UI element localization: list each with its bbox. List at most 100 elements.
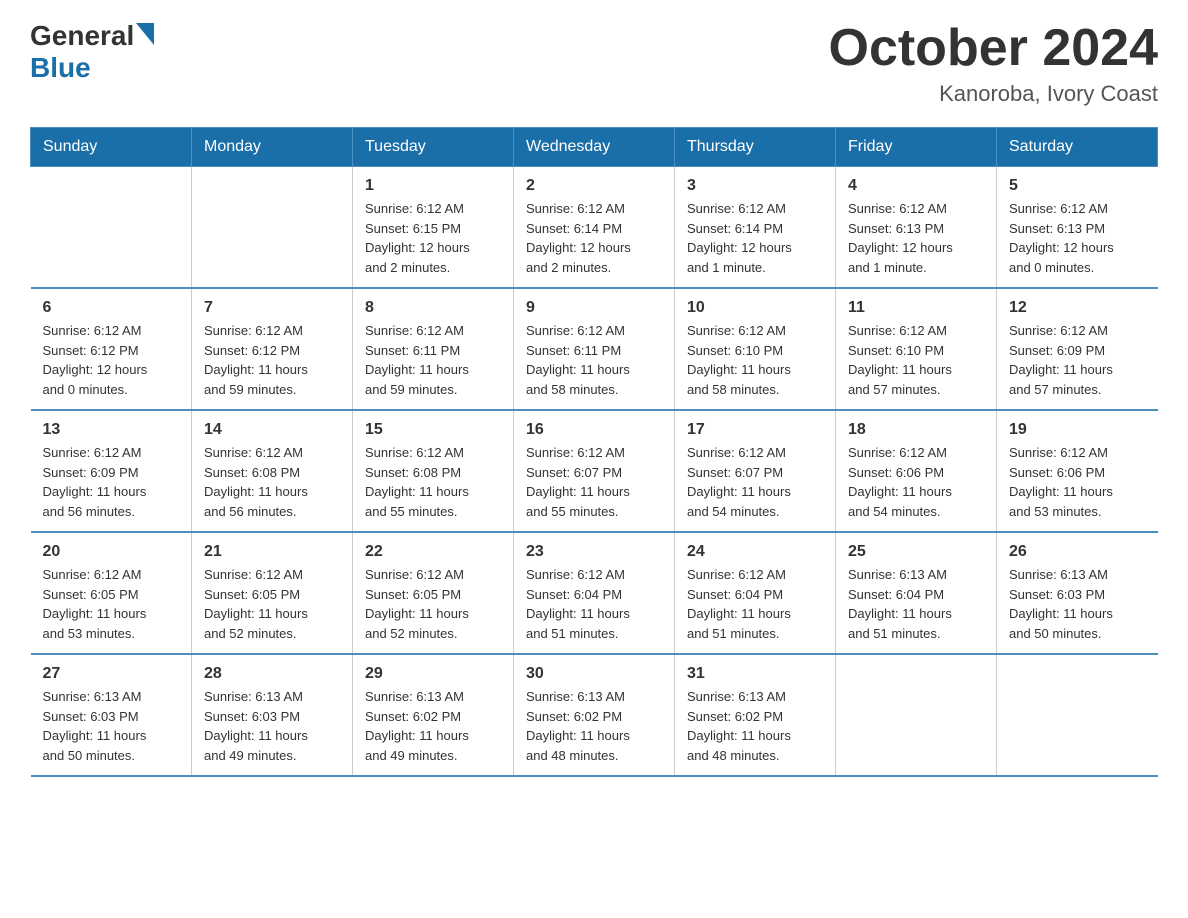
day-number: 3 <box>687 177 823 195</box>
calendar-cell <box>192 167 353 289</box>
calendar-cell: 22 Sunrise: 6:12 AM Sunset: 6:05 PM Dayli… <box>353 532 514 654</box>
day-number: 25 <box>848 543 984 561</box>
day-number: 14 <box>204 421 340 439</box>
calendar-week-row: 27 Sunrise: 6:13 AM Sunset: 6:03 PM Dayli… <box>31 654 1158 776</box>
day-info: Sunrise: 6:13 AM Sunset: 6:03 PM Dayligh… <box>204 687 340 765</box>
day-number: 30 <box>526 665 662 683</box>
calendar-body: 1 Sunrise: 6:12 AM Sunset: 6:15 PM Daylig… <box>31 167 1158 777</box>
day-info: Sunrise: 6:12 AM Sunset: 6:08 PM Dayligh… <box>204 443 340 521</box>
calendar-cell: 1 Sunrise: 6:12 AM Sunset: 6:15 PM Daylig… <box>353 167 514 289</box>
day-number: 5 <box>1009 177 1146 195</box>
header-row: Sunday Monday Tuesday Wednesday Thursday… <box>31 128 1158 167</box>
day-number: 18 <box>848 421 984 439</box>
day-info: Sunrise: 6:12 AM Sunset: 6:10 PM Dayligh… <box>848 321 984 399</box>
day-number: 15 <box>365 421 501 439</box>
header-monday: Monday <box>192 128 353 167</box>
calendar-subtitle: Kanoroba, Ivory Coast <box>829 81 1159 107</box>
day-number: 26 <box>1009 543 1146 561</box>
day-number: 4 <box>848 177 984 195</box>
day-info: Sunrise: 6:13 AM Sunset: 6:02 PM Dayligh… <box>365 687 501 765</box>
day-info: Sunrise: 6:12 AM Sunset: 6:14 PM Dayligh… <box>687 199 823 277</box>
day-info: Sunrise: 6:12 AM Sunset: 6:13 PM Dayligh… <box>848 199 984 277</box>
calendar-cell: 4 Sunrise: 6:12 AM Sunset: 6:13 PM Daylig… <box>836 167 997 289</box>
calendar-cell: 20 Sunrise: 6:12 AM Sunset: 6:05 PM Dayli… <box>31 532 192 654</box>
title-section: October 2024 Kanoroba, Ivory Coast <box>829 20 1159 107</box>
day-number: 8 <box>365 299 501 317</box>
day-info: Sunrise: 6:12 AM Sunset: 6:05 PM Dayligh… <box>43 565 180 643</box>
calendar-cell: 19 Sunrise: 6:12 AM Sunset: 6:06 PM Dayli… <box>997 410 1158 532</box>
day-info: Sunrise: 6:12 AM Sunset: 6:15 PM Dayligh… <box>365 199 501 277</box>
calendar-title: October 2024 <box>829 20 1159 77</box>
day-number: 6 <box>43 299 180 317</box>
calendar-cell: 24Sunrise: 6:12 AM Sunset: 6:04 PM Dayli… <box>675 532 836 654</box>
header-friday: Friday <box>836 128 997 167</box>
calendar-cell: 31 Sunrise: 6:13 AM Sunset: 6:02 PM Dayli… <box>675 654 836 776</box>
day-number: 19 <box>1009 421 1146 439</box>
day-number: 16 <box>526 421 662 439</box>
day-info: Sunrise: 6:12 AM Sunset: 6:04 PM Dayligh… <box>526 565 662 643</box>
day-info: Sunrise: 6:12 AM Sunset: 6:08 PM Dayligh… <box>365 443 501 521</box>
day-info: Sunrise: 6:12 AM Sunset: 6:14 PM Dayligh… <box>526 199 662 277</box>
day-info: Sunrise: 6:12 AM Sunset: 6:05 PM Dayligh… <box>365 565 501 643</box>
day-number: 22 <box>365 543 501 561</box>
calendar-table: Sunday Monday Tuesday Wednesday Thursday… <box>30 127 1158 777</box>
day-number: 9 <box>526 299 662 317</box>
day-info: Sunrise: 6:12 AM Sunset: 6:12 PM Dayligh… <box>204 321 340 399</box>
calendar-week-row: 13Sunrise: 6:12 AM Sunset: 6:09 PM Dayli… <box>31 410 1158 532</box>
calendar-cell: 13Sunrise: 6:12 AM Sunset: 6:09 PM Dayli… <box>31 410 192 532</box>
calendar-cell: 28 Sunrise: 6:13 AM Sunset: 6:03 PM Dayli… <box>192 654 353 776</box>
day-number: 17 <box>687 421 823 439</box>
calendar-cell: 25 Sunrise: 6:13 AM Sunset: 6:04 PM Dayli… <box>836 532 997 654</box>
day-info: Sunrise: 6:12 AM Sunset: 6:13 PM Dayligh… <box>1009 199 1146 277</box>
header-tuesday: Tuesday <box>353 128 514 167</box>
day-number: 29 <box>365 665 501 683</box>
day-number: 28 <box>204 665 340 683</box>
header-thursday: Thursday <box>675 128 836 167</box>
logo-general-text: General <box>30 20 134 52</box>
day-number: 27 <box>43 665 180 683</box>
day-info: Sunrise: 6:13 AM Sunset: 6:02 PM Dayligh… <box>526 687 662 765</box>
day-number: 31 <box>687 665 823 683</box>
day-info: Sunrise: 6:12 AM Sunset: 6:09 PM Dayligh… <box>1009 321 1146 399</box>
day-number: 21 <box>204 543 340 561</box>
day-info: Sunrise: 6:12 AM Sunset: 6:11 PM Dayligh… <box>526 321 662 399</box>
day-info: Sunrise: 6:12 AM Sunset: 6:04 PM Dayligh… <box>687 565 823 643</box>
calendar-week-row: 20 Sunrise: 6:12 AM Sunset: 6:05 PM Dayli… <box>31 532 1158 654</box>
calendar-cell: 29 Sunrise: 6:13 AM Sunset: 6:02 PM Dayli… <box>353 654 514 776</box>
calendar-cell: 23 Sunrise: 6:12 AM Sunset: 6:04 PM Dayli… <box>514 532 675 654</box>
day-number: 2 <box>526 177 662 195</box>
calendar-cell: 17Sunrise: 6:12 AM Sunset: 6:07 PM Dayli… <box>675 410 836 532</box>
calendar-cell: 9 Sunrise: 6:12 AM Sunset: 6:11 PM Daylig… <box>514 288 675 410</box>
calendar-week-row: 6 Sunrise: 6:12 AM Sunset: 6:12 PM Daylig… <box>31 288 1158 410</box>
day-info: Sunrise: 6:13 AM Sunset: 6:04 PM Dayligh… <box>848 565 984 643</box>
calendar-header: Sunday Monday Tuesday Wednesday Thursday… <box>31 128 1158 167</box>
page-header: General Blue October 2024 Kanoroba, Ivor… <box>30 20 1158 107</box>
day-info: Sunrise: 6:12 AM Sunset: 6:06 PM Dayligh… <box>1009 443 1146 521</box>
day-info: Sunrise: 6:13 AM Sunset: 6:03 PM Dayligh… <box>43 687 180 765</box>
calendar-cell: 26Sunrise: 6:13 AM Sunset: 6:03 PM Dayli… <box>997 532 1158 654</box>
calendar-week-row: 1 Sunrise: 6:12 AM Sunset: 6:15 PM Daylig… <box>31 167 1158 289</box>
day-number: 23 <box>526 543 662 561</box>
calendar-cell <box>836 654 997 776</box>
day-info: Sunrise: 6:12 AM Sunset: 6:07 PM Dayligh… <box>526 443 662 521</box>
calendar-cell: 5 Sunrise: 6:12 AM Sunset: 6:13 PM Daylig… <box>997 167 1158 289</box>
calendar-cell: 8 Sunrise: 6:12 AM Sunset: 6:11 PM Daylig… <box>353 288 514 410</box>
logo-blue-text: Blue <box>30 52 91 83</box>
calendar-cell: 6Sunrise: 6:12 AM Sunset: 6:12 PM Daylig… <box>31 288 192 410</box>
day-number: 20 <box>43 543 180 561</box>
calendar-cell: 15 Sunrise: 6:12 AM Sunset: 6:08 PM Dayli… <box>353 410 514 532</box>
day-info: Sunrise: 6:12 AM Sunset: 6:06 PM Dayligh… <box>848 443 984 521</box>
header-saturday: Saturday <box>997 128 1158 167</box>
day-info: Sunrise: 6:12 AM Sunset: 6:09 PM Dayligh… <box>43 443 180 521</box>
calendar-cell <box>997 654 1158 776</box>
calendar-cell: 3 Sunrise: 6:12 AM Sunset: 6:14 PM Daylig… <box>675 167 836 289</box>
calendar-cell: 27 Sunrise: 6:13 AM Sunset: 6:03 PM Dayli… <box>31 654 192 776</box>
day-info: Sunrise: 6:12 AM Sunset: 6:05 PM Dayligh… <box>204 565 340 643</box>
calendar-cell: 14 Sunrise: 6:12 AM Sunset: 6:08 PM Dayli… <box>192 410 353 532</box>
logo-triangle-icon <box>136 23 154 45</box>
calendar-cell: 10Sunrise: 6:12 AM Sunset: 6:10 PM Dayli… <box>675 288 836 410</box>
day-number: 1 <box>365 177 501 195</box>
day-info: Sunrise: 6:13 AM Sunset: 6:02 PM Dayligh… <box>687 687 823 765</box>
day-info: Sunrise: 6:12 AM Sunset: 6:11 PM Dayligh… <box>365 321 501 399</box>
calendar-cell: 16 Sunrise: 6:12 AM Sunset: 6:07 PM Dayli… <box>514 410 675 532</box>
